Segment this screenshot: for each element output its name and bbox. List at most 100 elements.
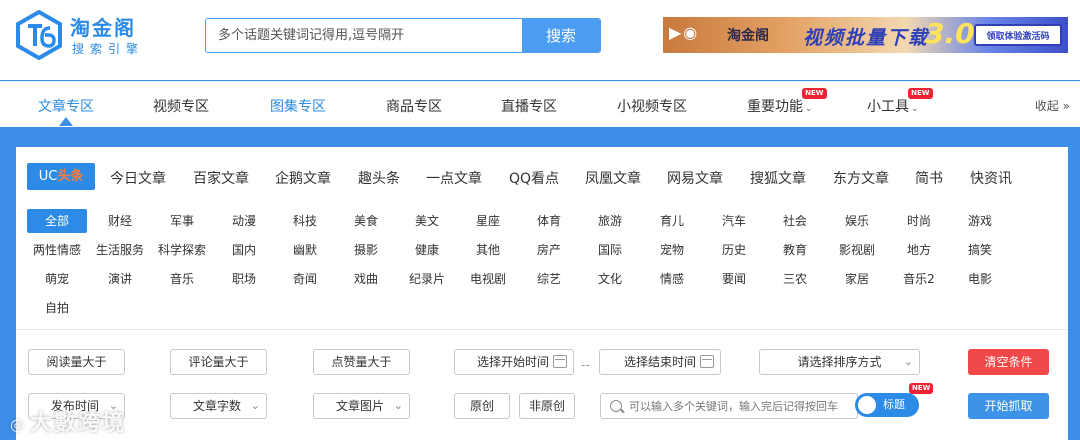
category-item[interactable]: 演讲: [90, 267, 150, 291]
toggle-knob: [858, 396, 876, 414]
source-tab-uc[interactable]: UC头条: [27, 163, 95, 190]
category-item[interactable]: 要闻: [704, 267, 764, 291]
banner-version: 3.0: [925, 17, 975, 50]
category-item[interactable]: 电视剧: [458, 267, 518, 291]
source-tab[interactable]: 凤凰文章: [585, 168, 641, 188]
category-item[interactable]: 音乐2: [889, 267, 949, 291]
nav-live[interactable]: 直播专区: [501, 96, 557, 116]
category-item[interactable]: 三农: [765, 267, 825, 291]
nav-short-video[interactable]: 小视频专区: [617, 96, 687, 116]
category-item[interactable]: 星座: [458, 209, 518, 233]
category-item[interactable]: 影视剧: [827, 238, 887, 262]
logo[interactable]: 淘金阁 搜索引擎: [14, 10, 144, 60]
logo-title: 淘金阁: [70, 16, 136, 40]
category-item[interactable]: 纪录片: [397, 267, 457, 291]
collapse-button[interactable]: 收起 »: [1035, 97, 1070, 114]
source-tab[interactable]: 百家文章: [193, 168, 249, 188]
word-count-select[interactable]: 文章字数 ⌄: [170, 393, 267, 419]
sort-select[interactable]: 请选择排序方式 ⌄: [759, 349, 920, 375]
source-tab[interactable]: 搜狐文章: [750, 168, 806, 188]
category-item[interactable]: 历史: [704, 238, 764, 262]
category-item[interactable]: 戏曲: [336, 267, 396, 291]
category-item[interactable]: 科技: [275, 209, 335, 233]
category-item[interactable]: 宠物: [642, 238, 702, 262]
nav-gallery[interactable]: 图集专区: [270, 96, 326, 116]
search-button[interactable]: 搜索: [522, 19, 600, 52]
start-date-picker[interactable]: 选择开始时间: [454, 349, 574, 375]
article-images-select[interactable]: 文章图片 ⌄: [313, 393, 410, 419]
category-item[interactable]: 游戏: [950, 209, 1010, 233]
category-item[interactable]: 旅游: [580, 209, 640, 233]
promo-banner[interactable]: ▶◉ 淘金阁 视频批量下载 3.0 领取体验激活码: [663, 17, 1068, 53]
non-original-filter-button[interactable]: 非原创: [519, 393, 575, 419]
clear-filters-button[interactable]: 清空条件: [968, 349, 1049, 375]
category-item[interactable]: 时尚: [889, 209, 949, 233]
category-item[interactable]: 房产: [519, 238, 579, 262]
nav-goods[interactable]: 商品专区: [386, 96, 442, 116]
main-panel: UC头条 今日文章 百家文章 企鹅文章 趣头条 一点文章 QQ看点 凤凰文章 网…: [16, 147, 1068, 440]
search-input[interactable]: [206, 19, 523, 52]
calendar-icon: [553, 355, 567, 368]
category-item[interactable]: 教育: [765, 238, 825, 262]
source-tab[interactable]: 快资讯: [970, 168, 1012, 188]
category-item[interactable]: 体育: [519, 209, 579, 233]
category-item[interactable]: 地方: [889, 238, 949, 262]
like-count-filter[interactable]: 点赞量大于: [313, 349, 410, 375]
title-only-toggle[interactable]: 标题: [855, 393, 919, 417]
category-item[interactable]: 生活服务: [90, 238, 150, 262]
category-item[interactable]: 摄影: [336, 238, 396, 262]
category-item[interactable]: 动漫: [214, 209, 274, 233]
category-item[interactable]: 育儿: [642, 209, 702, 233]
original-filter-button[interactable]: 原创: [454, 393, 510, 419]
category-item[interactable]: 音乐: [152, 267, 212, 291]
keyword-input[interactable]: [629, 394, 857, 418]
nav-tools[interactable]: 小工具 ⌄ NEW: [867, 88, 933, 116]
category-item[interactable]: 全部: [27, 209, 87, 233]
nav-label: 视频专区: [153, 99, 209, 115]
source-tab[interactable]: 趣头条: [358, 168, 400, 188]
category-item[interactable]: 情感: [642, 267, 702, 291]
category-item[interactable]: 电影: [950, 267, 1010, 291]
source-tab[interactable]: 企鹅文章: [275, 168, 331, 188]
category-item[interactable]: 搞笑: [950, 238, 1010, 262]
category-item[interactable]: 美文: [397, 209, 457, 233]
category-item[interactable]: 财经: [90, 209, 150, 233]
category-item[interactable]: 健康: [397, 238, 457, 262]
source-tab[interactable]: 一点文章: [426, 168, 482, 188]
source-tab[interactable]: 网易文章: [667, 168, 723, 188]
source-tab[interactable]: 今日文章: [110, 168, 166, 188]
category-item[interactable]: 幽默: [275, 238, 335, 262]
comment-count-filter[interactable]: 评论量大于: [170, 349, 267, 375]
category-item[interactable]: 军事: [152, 209, 212, 233]
category-item[interactable]: 两性情感: [27, 238, 87, 262]
category-item[interactable]: 国内: [214, 238, 274, 262]
chevron-down-icon: ⌄: [393, 399, 403, 412]
end-date-picker[interactable]: 选择结束时间: [599, 349, 721, 375]
source-tab[interactable]: QQ看点: [509, 168, 559, 188]
category-item[interactable]: 社会: [765, 209, 825, 233]
category-item[interactable]: 美食: [336, 209, 396, 233]
source-tab[interactable]: 东方文章: [833, 168, 889, 188]
category-item[interactable]: 家居: [827, 267, 887, 291]
category-item[interactable]: 综艺: [519, 267, 579, 291]
category-item[interactable]: 自拍: [27, 296, 87, 320]
calendar-icon: [700, 355, 714, 368]
category-item[interactable]: 其他: [458, 238, 518, 262]
watermark-text: 大數跨境: [29, 411, 126, 436]
category-item[interactable]: 科学探索: [152, 238, 212, 262]
category-item[interactable]: 文化: [580, 267, 640, 291]
category-item[interactable]: 娱乐: [827, 209, 887, 233]
category-item[interactable]: 国际: [580, 238, 640, 262]
read-count-filter[interactable]: 阅读量大于: [28, 349, 125, 375]
category-item[interactable]: 职场: [214, 267, 274, 291]
banner-activate-button[interactable]: 领取体验激活码: [974, 24, 1062, 46]
nav-important-features[interactable]: 重要功能 ⌄ NEW: [747, 88, 827, 116]
source-tab[interactable]: 简书: [915, 168, 943, 188]
start-scrape-button[interactable]: 开始抓取: [968, 393, 1049, 419]
nav-video[interactable]: 视频专区: [153, 96, 209, 116]
category-item[interactable]: 奇闻: [275, 267, 335, 291]
nav-article[interactable]: 文章专区: [38, 96, 94, 116]
category-item[interactable]: 汽车: [704, 209, 764, 233]
divider: [16, 329, 1068, 330]
category-item[interactable]: 萌宠: [27, 267, 87, 291]
